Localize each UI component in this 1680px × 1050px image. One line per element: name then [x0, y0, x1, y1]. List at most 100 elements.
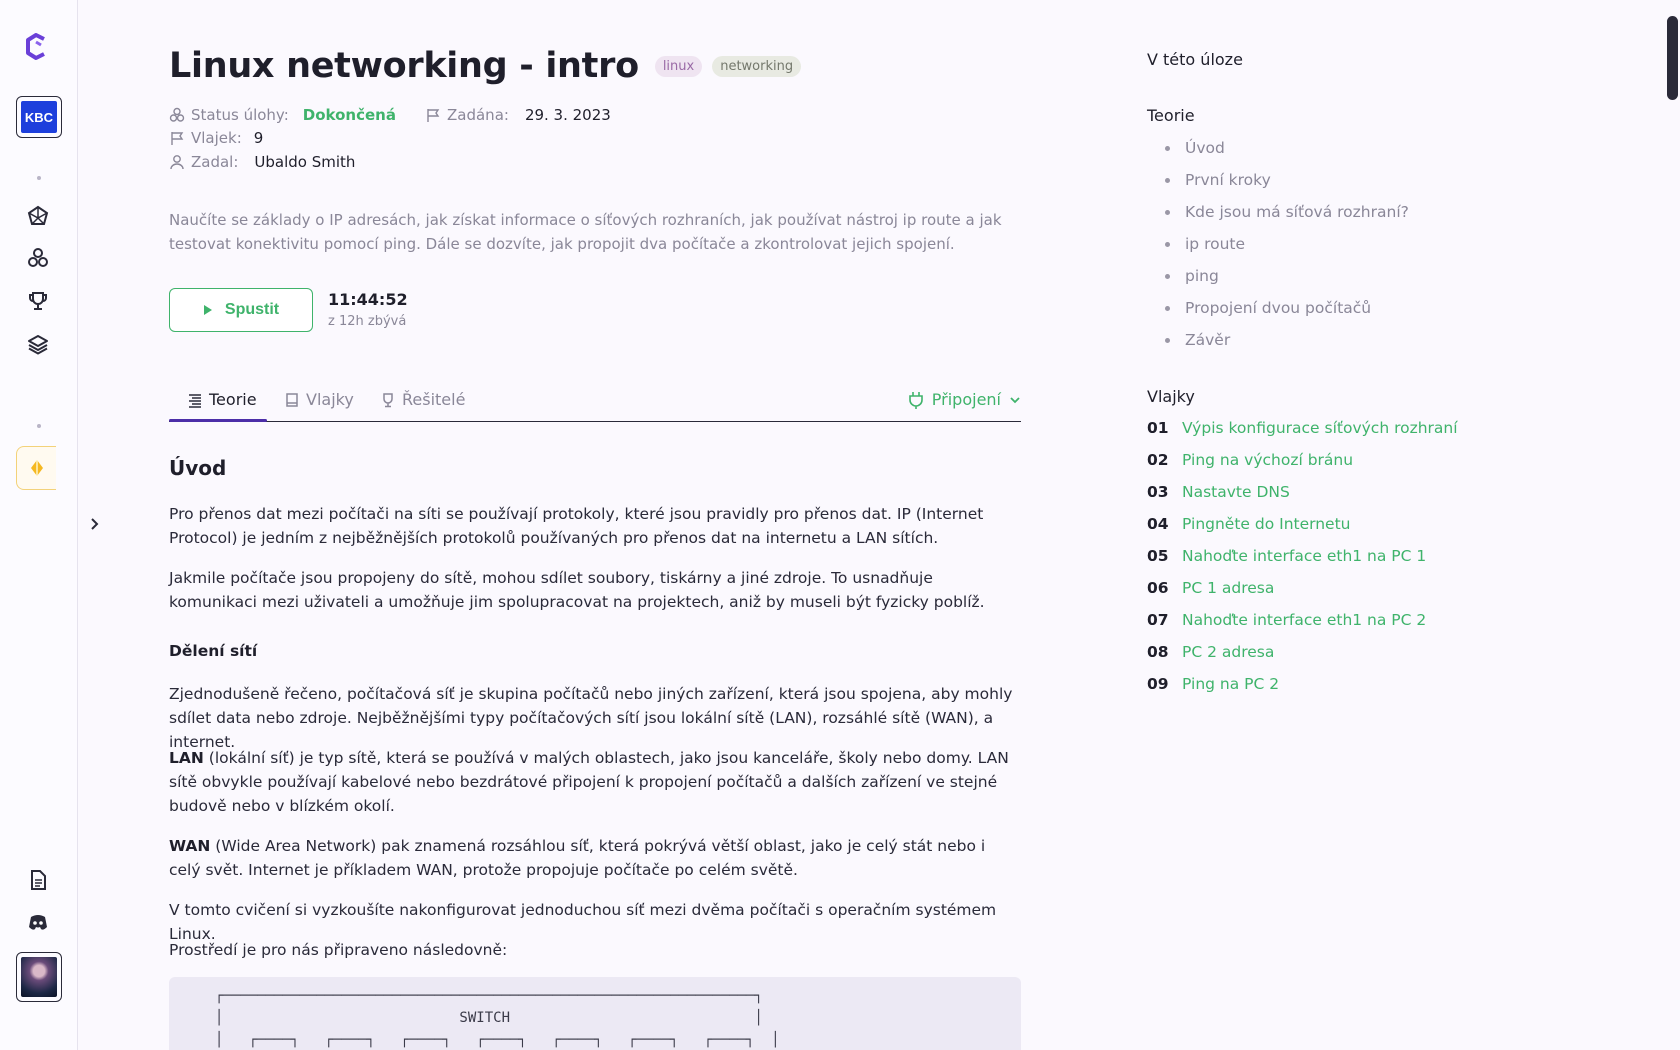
user-icon	[169, 154, 185, 170]
active-tab-indicator	[169, 419, 267, 422]
avatar-image	[21, 957, 57, 997]
tab-solvers-label: Řešitelé	[402, 390, 466, 409]
tab-theory-label: Teorie	[209, 390, 257, 409]
page-scrollbar-thumb[interactable]	[1667, 16, 1678, 100]
flag-icon	[169, 130, 185, 146]
document-icon[interactable]	[24, 866, 52, 894]
flag-item[interactable]: 03 Nastavte DNS	[1147, 480, 1458, 512]
assigned-value: 29. 3. 2023	[524, 106, 611, 124]
flag-item[interactable]: 05 Nahoďte interface eth1 na PC 1	[1147, 544, 1458, 576]
paragraph-wan: WAN (Wide Area Network) pak znamená rozs…	[169, 834, 1021, 882]
tab-flags-label: Vlajky	[306, 390, 354, 409]
toc-item[interactable]: Úvod	[1165, 136, 1409, 168]
flag-name: Nahoďte interface eth1 na PC 1	[1182, 547, 1427, 565]
cluster-icon[interactable]	[24, 244, 52, 272]
meta-assigned: Zadána: 29. 3. 2023	[425, 106, 611, 124]
toc-item[interactable]: Propojení dvou počítačů	[1165, 296, 1409, 328]
meta-status: Status úlohy: Dokončená	[169, 106, 396, 124]
flag-number: 07	[1147, 611, 1169, 629]
run-button[interactable]: Spustit	[169, 288, 313, 332]
assigned-label: Zadána:	[447, 106, 509, 124]
section-heading-intro: Úvod	[169, 456, 227, 480]
discord-icon[interactable]	[24, 909, 52, 937]
flag-item[interactable]: 07 Nahoďte interface eth1 na PC 2	[1147, 608, 1458, 640]
rail-separator-dot	[37, 176, 41, 180]
network-diagram-code-block: ┌───────────────────────────────────────…	[169, 977, 1021, 1050]
toc-item[interactable]: Závěr	[1165, 328, 1409, 360]
paragraph: Jakmile počítače jsou propojeny do sítě,…	[169, 569, 985, 611]
tab-flags[interactable]: Vlajky	[284, 390, 354, 409]
flag-name: Ping na výchozí bránu	[1182, 451, 1354, 469]
gem-button[interactable]	[16, 446, 56, 490]
term-wan: WAN	[169, 837, 211, 855]
chevron-down-icon	[1010, 396, 1020, 403]
book-icon	[286, 392, 298, 407]
wan-definition: (Wide Area Network) pak znamená rozsáhlo…	[169, 837, 986, 879]
term-lan: LAN	[169, 749, 204, 767]
toc-theory-list: Úvod První kroky Kde jsou má síťová rozh…	[1165, 136, 1409, 360]
tag-linux[interactable]: linux	[654, 55, 703, 77]
tag-networking[interactable]: networking	[712, 55, 802, 77]
run-button-label: Spustit	[224, 301, 280, 318]
toc-item[interactable]: Kde jsou má síťová rozhraní?	[1165, 200, 1409, 232]
connection-label: Připojení	[931, 390, 1001, 409]
flags-value: 9	[253, 129, 264, 147]
flag-item[interactable]: 01 Výpis konfigurace síťových rozhraní	[1147, 416, 1458, 448]
status-value: Dokončená	[302, 106, 396, 124]
play-icon	[203, 305, 212, 315]
toc-item[interactable]: ip route	[1165, 232, 1409, 264]
list-icon	[189, 393, 201, 408]
flag-name: Výpis konfigurace síťových rozhraní	[1182, 419, 1458, 437]
cluster-icon	[169, 107, 185, 123]
flag-icon	[425, 107, 441, 123]
expand-sidebar-chevron-icon[interactable]	[86, 515, 104, 533]
flag-name: Nahoďte interface eth1 na PC 2	[1182, 611, 1427, 629]
code-content: ┌───────────────────────────────────────…	[215, 988, 780, 1048]
flag-number: 08	[1147, 643, 1169, 661]
flag-number: 04	[1147, 515, 1169, 533]
flag-name: PC 1 adresa	[1182, 579, 1275, 597]
paragraph: Prostředí je pro nás připraveno následov…	[169, 941, 508, 959]
paragraph: Zjednodušeně řečeno, počítačová síť je s…	[169, 685, 1013, 751]
flags-label: Vlajek:	[191, 129, 242, 147]
layers-icon[interactable]	[24, 330, 52, 358]
tab-theory[interactable]: Teorie	[187, 390, 257, 409]
timer-value: 11:44:52	[328, 290, 408, 309]
left-rail: KBC	[0, 0, 99, 1050]
paragraph: Pro přenos dat mezi počítači na síti se …	[169, 505, 984, 547]
toc-flags-heading: Vlajky	[1147, 387, 1195, 406]
logo-icon[interactable]	[24, 33, 52, 61]
user-avatar[interactable]	[16, 952, 62, 1002]
toc-theory-heading: Teorie	[1147, 106, 1195, 125]
flag-name: Nastavte DNS	[1182, 483, 1290, 501]
flag-number: 09	[1147, 675, 1169, 693]
organization-logo[interactable]: KBC	[16, 96, 62, 138]
author-value[interactable]: Ubaldo Smith	[254, 153, 355, 171]
flag-number: 03	[1147, 483, 1169, 501]
trophy-icon[interactable]	[24, 287, 52, 315]
toc-item[interactable]: ping	[1165, 264, 1409, 296]
task-description: Naučíte se základy o IP adresách, jak zí…	[169, 211, 1002, 253]
lan-definition: (lokální síť) je typ sítě, která se použ…	[169, 749, 1009, 815]
flag-item[interactable]: 02 Ping na výchozí bránu	[1147, 448, 1458, 480]
content-tabs: Teorie Vlajky Řešitelé Připojení	[169, 380, 1021, 422]
tab-solvers[interactable]: Řešitelé	[380, 390, 465, 409]
meta-flags: Vlajek: 9	[169, 129, 263, 147]
flag-item[interactable]: 09 Ping na PC 2	[1147, 672, 1458, 704]
author-label: Zadal:	[191, 153, 239, 171]
flag-number: 01	[1147, 419, 1169, 437]
flag-number: 06	[1147, 579, 1169, 597]
toc-flag-list: 01 Výpis konfigurace síťových rozhraní 02…	[1147, 416, 1458, 704]
page-title: Linux networking - intro	[169, 46, 639, 86]
meta-author: Zadal: Ubaldo Smith	[169, 153, 355, 171]
flag-item[interactable]: 04 Pingněte do Internetu	[1147, 512, 1458, 544]
flag-item[interactable]: 06 PC 1 adresa	[1147, 576, 1458, 608]
flag-number: 02	[1147, 451, 1169, 469]
organization-logo-text: KBC	[21, 101, 57, 133]
connection-dropdown[interactable]: Připojení	[908, 390, 1021, 409]
flag-item[interactable]: 08 PC 2 adresa	[1147, 640, 1458, 672]
flag-number: 05	[1147, 547, 1169, 565]
toc-item[interactable]: První kroky	[1165, 168, 1409, 200]
dashboard-icon[interactable]	[24, 202, 52, 230]
status-label: Status úlohy:	[191, 106, 289, 124]
